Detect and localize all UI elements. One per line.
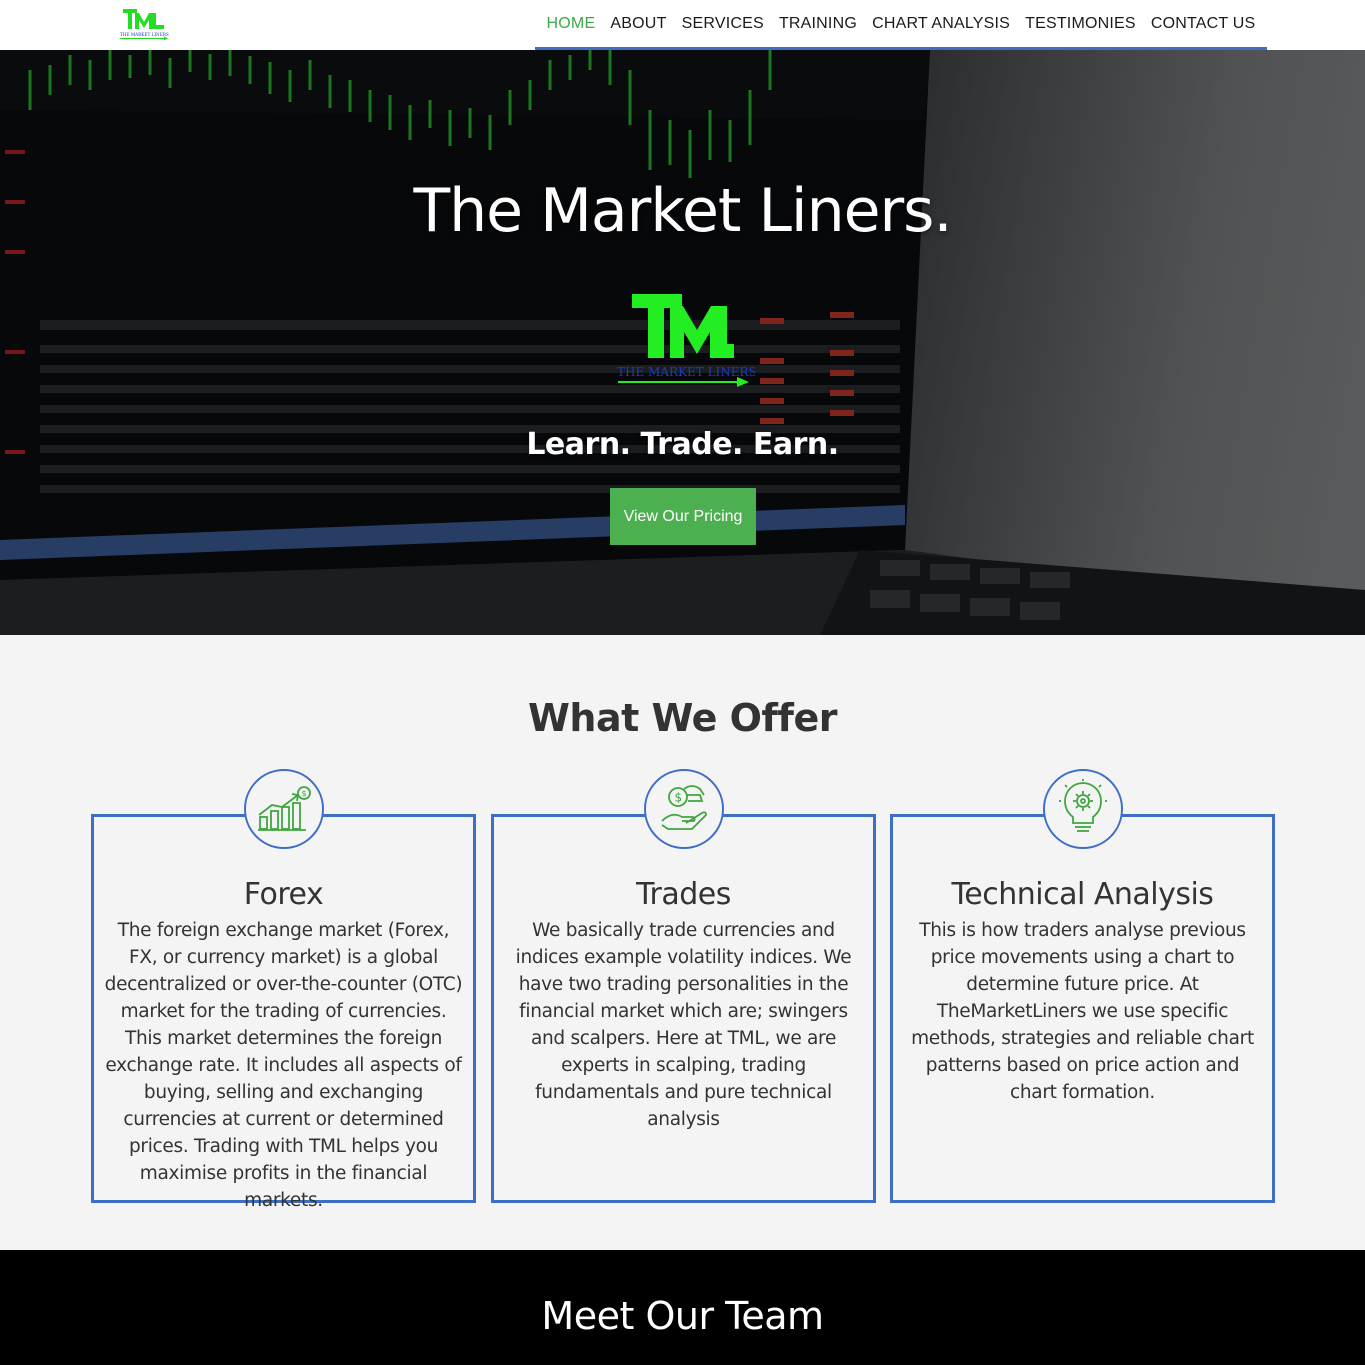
brand-logo[interactable]: THE MARKET LINERS	[118, 6, 170, 42]
hero-tagline: Learn. Trade. Earn.	[526, 427, 839, 462]
hand-money-icon: $	[643, 769, 724, 849]
svg-text:$: $	[674, 791, 682, 805]
lightbulb-gear-icon	[1042, 769, 1123, 849]
nav-testimonies[interactable]: TESTIMONIES	[1025, 15, 1136, 33]
nav-about[interactable]: ABOUT	[610, 15, 666, 33]
offer-card-forex: $ Forex The foreign exchange market (For…	[91, 769, 476, 1211]
nav-chart-analysis[interactable]: CHART ANALYSIS	[872, 15, 1010, 33]
offer-card-title: Trades	[636, 877, 731, 912]
hero-logo-subtext: THE MARKET LINERS	[617, 365, 755, 379]
hero-section: The Market Liners. THE MARKET LINERS Lea…	[0, 50, 1365, 635]
offer-card-title: Forex	[243, 877, 324, 912]
offer-card-text: The foreign exchange market (Forex, FX, …	[104, 920, 463, 1211]
top-navbar: THE MARKET LINERS HOME ABOUT SERVICES TR…	[0, 0, 1365, 50]
offer-card-text: We basically trade currencies and indice…	[515, 920, 852, 1130]
svg-text:$: $	[301, 789, 306, 798]
offer-card-trades: $ Trades We basically trade currencies a…	[491, 769, 876, 1203]
main-nav: HOME ABOUT SERVICES TRAINING CHART ANALY…	[535, 0, 1267, 50]
offer-section-title: What We Offer	[528, 696, 837, 740]
nav-contact-us[interactable]: CONTACT US	[1151, 15, 1256, 33]
nav-home[interactable]: HOME	[547, 15, 596, 33]
nav-training[interactable]: TRAINING	[779, 15, 857, 33]
team-section-title: Meet Our Team	[541, 1294, 824, 1338]
offer-card-title: Technical Analysis	[951, 877, 1214, 912]
team-section: Meet Our Team	[0, 1250, 1365, 1365]
growth-chart-icon: $	[243, 769, 324, 849]
hero-logo: THE MARKET LINERS	[615, 288, 757, 396]
hero-title: The Market Liners.	[413, 176, 952, 246]
view-pricing-button[interactable]: View Our Pricing	[610, 488, 756, 545]
nav-services[interactable]: SERVICES	[682, 15, 764, 33]
offer-card-technical-analysis: Technical Analysis This is how traders a…	[890, 769, 1275, 1203]
brand-logo-subtext: THE MARKET LINERS	[120, 32, 169, 37]
offer-card-text: This is how traders analyse previous pri…	[911, 920, 1254, 1103]
